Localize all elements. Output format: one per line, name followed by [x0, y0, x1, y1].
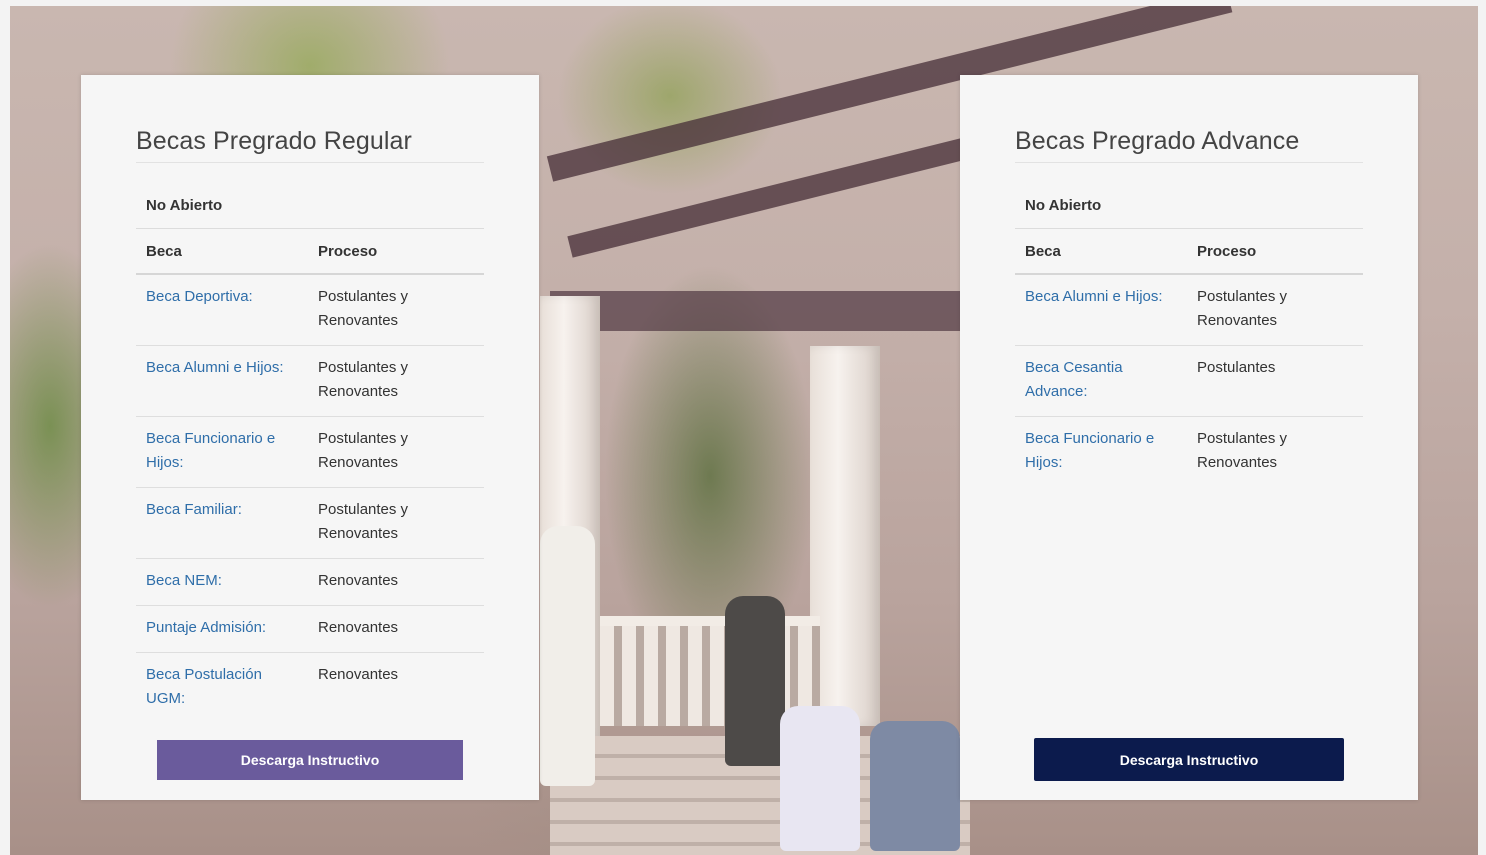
beca-link[interactable]: Beca Familiar: [146, 501, 242, 518]
becas-table: Beca Proceso Beca Alumni e Hijos: Postul… [1015, 229, 1363, 487]
column-header-proceso: Proceso [1187, 229, 1363, 275]
beca-link[interactable]: Beca NEM: [146, 572, 222, 589]
card-content: Becas Pregrado Regular No Abierto Beca P… [136, 127, 484, 723]
proceso-cell: Postulantes y Renovantes [308, 416, 484, 488]
table-row: Beca Cesantia Advance: Postulantes [1015, 345, 1363, 417]
descarga-instructivo-button[interactable]: Descarga Instructivo [157, 740, 463, 780]
proceso-cell: Postulantes y Renovantes [1197, 430, 1288, 471]
table-row: Beca NEM: Renovantes [136, 558, 484, 606]
student-figure [725, 596, 785, 766]
becas-table: Beca Proceso Beca Deportiva: Postulantes… [136, 229, 484, 723]
beca-link[interactable]: Beca Funcionario e Hijos: [146, 430, 275, 471]
descarga-instructivo-button[interactable]: Descarga Instructivo [1034, 738, 1344, 781]
proceso-cell: Renovantes [318, 666, 399, 683]
beca-link[interactable]: Beca Alumni e Hijos: [146, 359, 284, 376]
column-header-proceso: Proceso [308, 229, 484, 275]
proceso-cell: Postulantes y Renovantes [308, 487, 484, 559]
card-title: Becas Pregrado Regular [136, 127, 484, 163]
table-row: Puntaje Admisión: Renovantes [136, 605, 484, 653]
beca-link[interactable]: Beca Funcionario e Hijos: [1025, 430, 1154, 471]
becas-advance-card: Becas Pregrado Advance No Abierto Beca P… [960, 75, 1418, 800]
proceso-cell: Postulantes y Renovantes [1187, 274, 1363, 346]
proceso-cell: Postulantes y Renovantes [308, 345, 484, 417]
table-row: Beca Deportiva: Postulantes y Renovantes [136, 274, 484, 346]
table-row: Beca Funcionario e Hijos: Postulantes y … [1015, 417, 1363, 488]
student-figure [870, 721, 960, 851]
student-figure [780, 706, 860, 851]
table-row: Beca Familiar: Postulantes y Renovantes [136, 487, 484, 559]
student-figure [540, 526, 595, 786]
becas-regular-card: Becas Pregrado Regular No Abierto Beca P… [81, 75, 539, 800]
status-label: No Abierto [136, 163, 484, 229]
table-row: Beca Alumni e Hijos: Postulantes y Renov… [136, 345, 484, 417]
table-header-row: Beca Proceso [1015, 229, 1363, 275]
beca-link[interactable]: Beca Cesantia Advance: [1025, 359, 1123, 400]
proceso-cell: Postulantes y Renovantes [308, 274, 484, 346]
page: Becas Pregrado Regular No Abierto Beca P… [0, 0, 1486, 855]
pillar [810, 346, 880, 726]
beca-link[interactable]: Beca Alumni e Hijos: [1025, 288, 1163, 305]
card-content: Becas Pregrado Advance No Abierto Beca P… [1015, 127, 1363, 487]
table-header-row: Beca Proceso [136, 229, 484, 275]
proceso-cell: Renovantes [308, 558, 484, 606]
proceso-cell: Renovantes [308, 605, 484, 653]
column-header-beca: Beca [1015, 229, 1187, 275]
proceso-cell: Postulantes [1187, 345, 1363, 417]
table-row: Beca Alumni e Hijos: Postulantes y Renov… [1015, 274, 1363, 346]
beca-link[interactable]: Puntaje Admisión: [146, 619, 266, 636]
pergola-beam [550, 291, 970, 331]
status-label: No Abierto [1015, 163, 1363, 229]
table-row: Beca Funcionario e Hijos: Postulantes y … [136, 416, 484, 488]
card-title: Becas Pregrado Advance [1015, 127, 1363, 163]
beca-link[interactable]: Beca Postulación UGM: [146, 666, 262, 707]
column-header-beca: Beca [136, 229, 308, 275]
beca-link[interactable]: Beca Deportiva: [146, 288, 253, 305]
table-row: Beca Postulación UGM: Renovantes [136, 653, 484, 724]
